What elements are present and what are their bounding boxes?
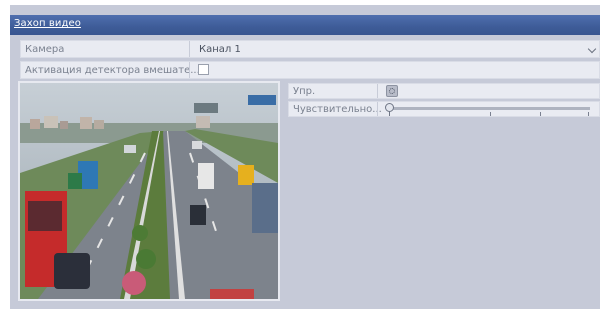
tamper-enable-checkbox[interactable] [198, 64, 209, 75]
slider-tick [588, 112, 589, 116]
chevron-down-icon[interactable] [587, 44, 597, 54]
control-label: Упр. [293, 86, 316, 97]
slider-tick [490, 112, 491, 116]
row-divider [377, 102, 378, 116]
sensitivity-label: Чувствительно... [293, 104, 382, 115]
row-divider [189, 62, 190, 78]
sensitivity-slider-thumb[interactable] [385, 103, 394, 116]
camera-row: Камера Канал 1 [20, 40, 600, 58]
tamper-label: Активация детектора вмешате... [25, 65, 200, 76]
live-video-preview[interactable] [18, 81, 280, 301]
row-divider [189, 41, 190, 57]
dialog-title[interactable]: Захоп видео [14, 18, 81, 29]
row-divider [377, 84, 378, 98]
sensitivity-row: Чувствительно... [288, 101, 600, 117]
highway-camera-image [20, 83, 278, 299]
video-tamper-dialog: Захоп видео Камера Канал 1 Активация дет… [10, 5, 600, 309]
tamper-row: Активация детектора вмешате... [20, 61, 600, 79]
settings-gear-icon[interactable] [386, 85, 398, 97]
camera-select[interactable]: Канал 1 [199, 44, 241, 55]
camera-label: Камера [25, 44, 65, 55]
control-row: Упр. [288, 83, 600, 99]
slider-tick [540, 112, 541, 116]
title-bar: Захоп видео [10, 15, 600, 35]
sensitivity-slider-track[interactable] [390, 107, 590, 110]
